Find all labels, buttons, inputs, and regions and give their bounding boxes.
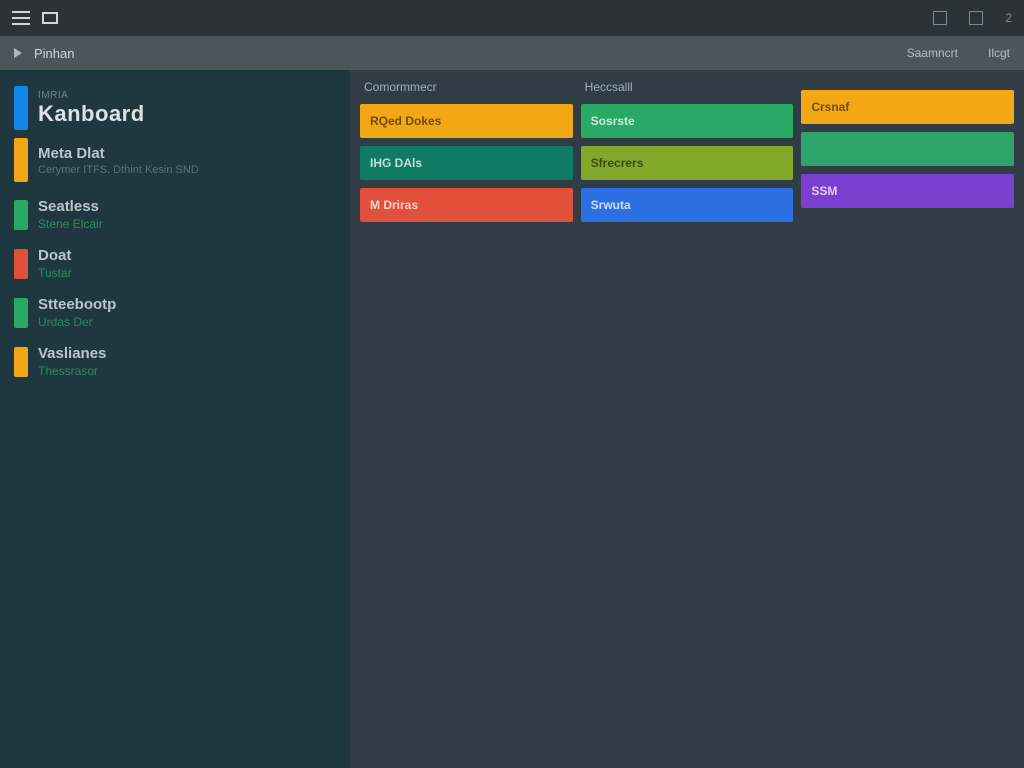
card-0-1[interactable]: IHG DAls (360, 146, 573, 180)
sidebar-chip-2 (14, 249, 28, 279)
titlebar-count: 2 (1005, 11, 1012, 25)
column-header-0: Comormmecr (360, 78, 573, 96)
card-2-0[interactable]: Crsnaf (801, 90, 1014, 124)
status-icon-b[interactable] (969, 11, 983, 25)
column-header-1: Heccsalll (581, 78, 794, 96)
title-bar: 2 (0, 0, 1024, 36)
main-area: IMRIA Kanboard Meta Dlat Cerymer ITFS. D… (0, 70, 1024, 768)
sidebar-item-title-4: Vaslianes (38, 345, 106, 362)
sidebar-item-1[interactable]: Seatless Stene Elcair (14, 198, 336, 231)
sidebar-item-4[interactable]: Vaslianes Thessrasor (14, 345, 336, 378)
window-icon (42, 12, 58, 24)
sidebar-item-sub-4: Thessrasor (38, 364, 106, 378)
breadcrumb-label: Pinhan (34, 46, 74, 61)
kanban-board: Comormmecr RQed Dokes IHG DAls M Driras … (350, 70, 1024, 768)
sidebar-item-title-2: Doat (38, 247, 72, 264)
sidebar-chip-0 (14, 138, 28, 182)
sidebar-item-2[interactable]: Doat Tustar (14, 247, 336, 280)
card-0-0[interactable]: RQed Dokes (360, 104, 573, 138)
card-1-2[interactable]: Srwuta (581, 188, 794, 222)
sidebar-chip-1 (14, 200, 28, 230)
breadcrumb-bar: Pinhan Saamncrt Ilcgt (0, 36, 1024, 70)
status-icon-a[interactable] (933, 11, 947, 25)
sidebar-chip-3 (14, 298, 28, 328)
board-column-1: Heccsalll Sosrste Sfrecrers Srwuta (581, 78, 794, 760)
sidebar-item-0[interactable]: Meta Dlat Cerymer ITFS. Dthint Kesin SND (0, 136, 350, 184)
sidebar-item-3[interactable]: Stteebootp Urdas Der (14, 296, 336, 329)
sidebar-item-sub-2: Tustar (38, 266, 72, 280)
card-1-0[interactable]: Sosrste (581, 104, 794, 138)
sidebar-item-sub-3: Urdas Der (38, 315, 116, 329)
card-2-1[interactable] (801, 132, 1014, 166)
sidebar-chip-4 (14, 347, 28, 377)
sidebar-app-title: Kanboard (38, 101, 145, 127)
card-2-2[interactable]: SSM (801, 174, 1014, 208)
toolbar-link-a[interactable]: Saamncrt (907, 46, 958, 60)
sidebar-item-sub-1: Stene Elcair (38, 217, 103, 231)
hamburger-icon[interactable] (12, 11, 30, 25)
sidebar-item-title-3: Stteebootp (38, 296, 116, 313)
board-column-2: Crsnaf SSM (801, 78, 1014, 760)
sidebar-item-sub-0: Cerymer ITFS. Dthint Kesin SND (38, 164, 199, 176)
sidebar-app-eyebrow: IMRIA (38, 90, 145, 101)
sidebar-item-title-0: Meta Dlat (38, 145, 199, 162)
sidebar-app-chip (14, 86, 28, 130)
card-1-1[interactable]: Sfrecrers (581, 146, 794, 180)
card-0-2[interactable]: M Driras (360, 188, 573, 222)
sidebar: IMRIA Kanboard Meta Dlat Cerymer ITFS. D… (0, 70, 350, 768)
toolbar-link-b[interactable]: Ilcgt (988, 46, 1010, 60)
column-header-2 (801, 78, 1014, 82)
board-column-0: Comormmecr RQed Dokes IHG DAls M Driras (360, 78, 573, 760)
sidebar-item-title-1: Seatless (38, 198, 103, 215)
breadcrumb-pointer-icon (14, 48, 22, 58)
sidebar-app-header[interactable]: IMRIA Kanboard (0, 84, 350, 132)
